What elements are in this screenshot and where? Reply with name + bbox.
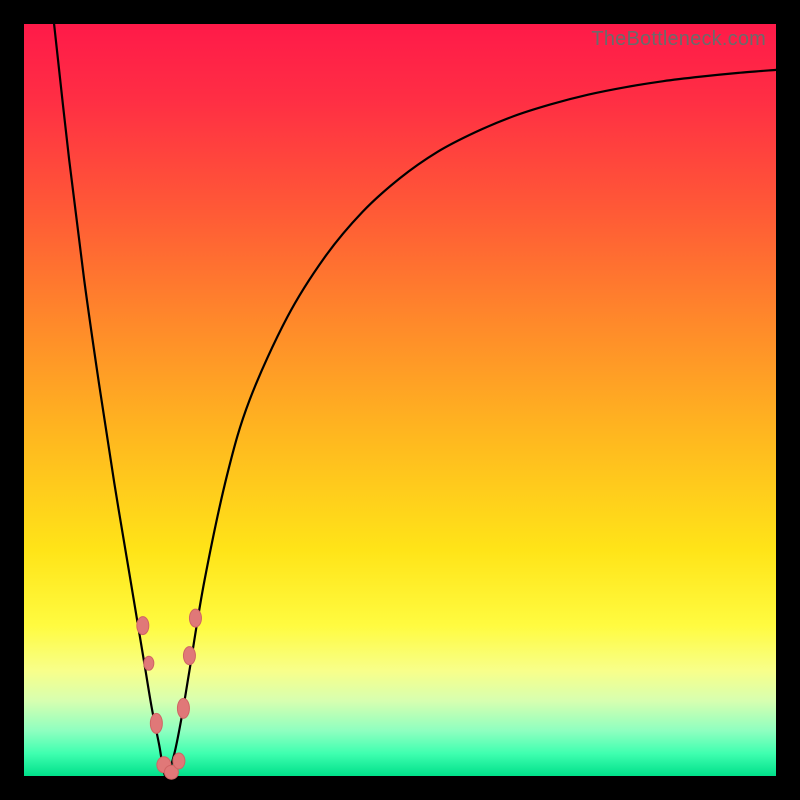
data-marker xyxy=(183,647,195,665)
data-markers xyxy=(137,609,202,779)
bottleneck-curve xyxy=(54,24,776,777)
data-marker xyxy=(144,656,154,670)
chart-svg xyxy=(24,24,776,776)
chart-frame: TheBottleneck.com xyxy=(24,24,776,776)
data-marker xyxy=(177,698,189,718)
data-marker xyxy=(173,753,185,769)
data-marker xyxy=(189,609,201,627)
data-marker xyxy=(150,713,162,733)
data-marker xyxy=(137,617,149,635)
watermark-text: TheBottleneck.com xyxy=(591,28,766,51)
